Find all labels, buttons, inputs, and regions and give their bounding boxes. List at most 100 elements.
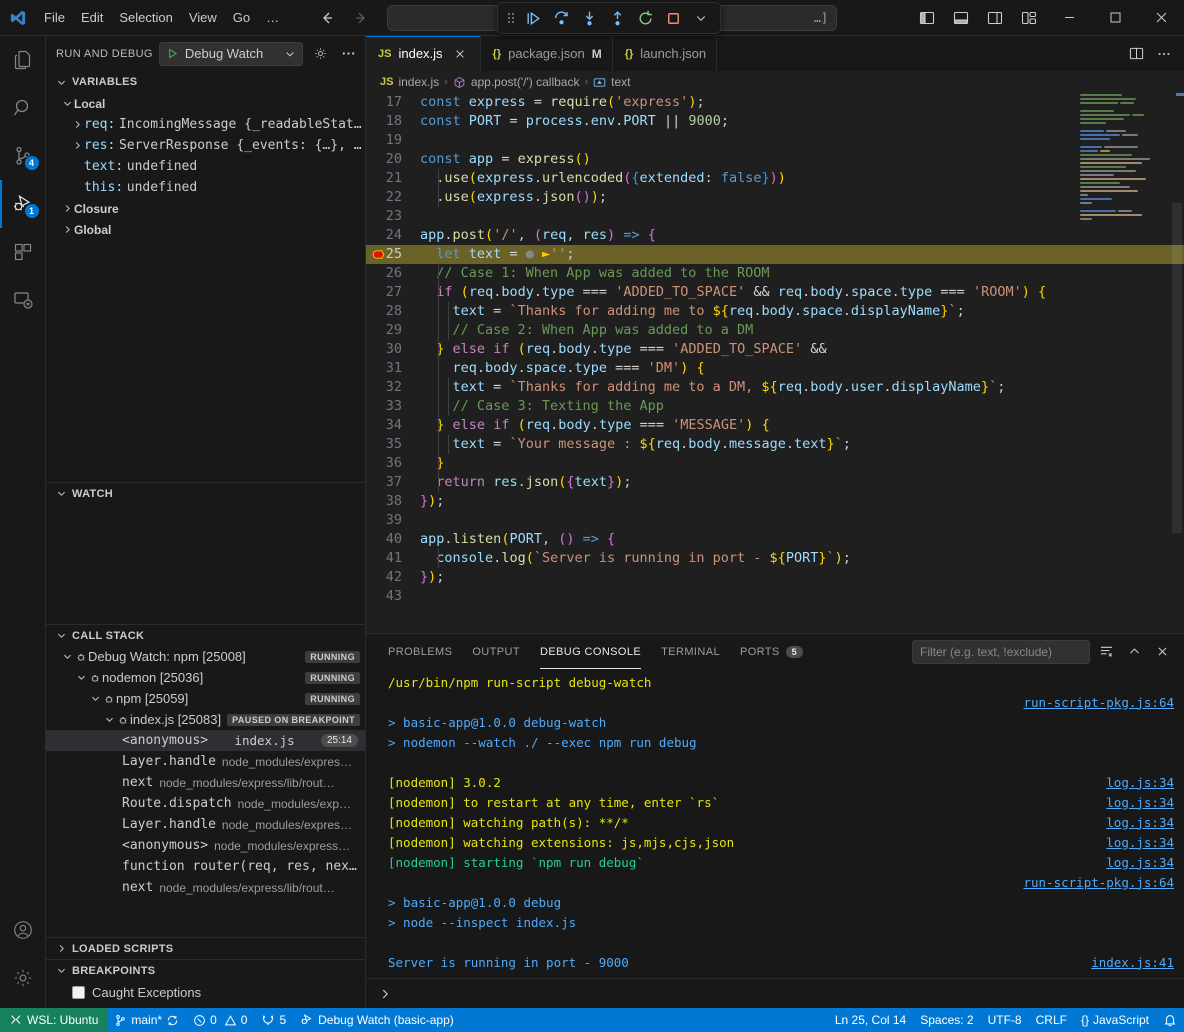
debug-more-actions-button[interactable]	[688, 5, 714, 31]
console-source-link[interactable]: run-script-pkg.js:64	[1023, 875, 1174, 890]
menu-more[interactable]: …	[258, 7, 287, 29]
sidebar-more-actions-icon[interactable]	[337, 43, 359, 65]
console-source-link[interactable]: run-script-pkg.js:64	[1023, 695, 1174, 710]
variable-req[interactable]: req: IncomingMessage {_readableState: …	[46, 114, 365, 135]
callstack-session[interactable]: nodemon [25036] RUNNING	[46, 667, 366, 688]
console-source-link[interactable]: log.js:34	[1106, 795, 1174, 810]
console-source-link[interactable]: log.js:34	[1106, 835, 1174, 850]
checkbox[interactable]	[72, 986, 85, 999]
breadcrumb-symbol-function[interactable]: app.post('/') callback	[453, 75, 580, 89]
variable-res[interactable]: res: ServerResponse {_events: {…}, _ev…	[46, 135, 365, 156]
forward-arrow-icon[interactable]	[351, 8, 371, 28]
status-git-branch[interactable]: main*	[107, 1008, 186, 1032]
console-filter-input[interactable]: Filter (e.g. text, !exclude)	[912, 640, 1090, 664]
activity-accounts[interactable]	[0, 906, 46, 954]
section-callstack-header[interactable]: CALL STACK	[46, 624, 366, 646]
tab-launch-json[interactable]: {} launch.json	[613, 36, 717, 71]
activity-run-and-debug[interactable]: 1	[0, 180, 46, 228]
variable-this[interactable]: this: undefined	[46, 177, 365, 198]
close-icon[interactable]	[1150, 640, 1174, 664]
console-source-link[interactable]: log.js:34	[1106, 775, 1174, 790]
minimap[interactable]	[1076, 93, 1170, 669]
menu-selection[interactable]: Selection	[111, 7, 180, 29]
launch-configuration-select[interactable]: Debug Watch	[159, 42, 303, 66]
toggle-panel-icon[interactable]	[944, 0, 978, 36]
status-encoding[interactable]: UTF-8	[981, 1008, 1029, 1032]
drag-handle-icon[interactable]	[504, 5, 518, 31]
scrollbar-thumb[interactable]	[1172, 203, 1182, 533]
breakpoint-marker-icon[interactable]	[372, 248, 385, 261]
menu-go[interactable]: Go	[225, 7, 258, 29]
status-indentation[interactable]: Spaces: 2	[913, 1008, 980, 1032]
section-loaded-scripts-header[interactable]: LOADED SCRIPTS	[46, 937, 366, 959]
status-notifications[interactable]	[1156, 1008, 1184, 1032]
console-source-link[interactable]: index.js:41	[1091, 955, 1174, 970]
tab-package-json[interactable]: {} package.json M	[481, 36, 613, 71]
status-problems[interactable]: 0 0	[186, 1008, 254, 1032]
callstack-session[interactable]: index.js [25083] PAUSED ON BREAKPOINT	[46, 709, 366, 730]
activity-extensions[interactable]	[0, 228, 46, 276]
status-ports[interactable]: 5	[254, 1008, 293, 1032]
callstack-frame[interactable]: Route.dispatch node_modules/exp…	[46, 793, 366, 814]
status-language-mode[interactable]: {} JavaScript	[1074, 1008, 1156, 1032]
status-remote-indicator[interactable]: WSL: Ubuntu	[0, 1008, 107, 1032]
section-watch-header[interactable]: WATCH	[46, 482, 366, 504]
code-line-breakpoint[interactable]: 25 let text = ● ►'';	[366, 245, 1184, 264]
debug-settings-gear-icon[interactable]	[309, 43, 331, 65]
breadcrumb-file[interactable]: JS index.js	[380, 75, 439, 89]
toggle-secondary-sidebar-icon[interactable]	[978, 0, 1012, 36]
toggle-primary-sidebar-icon[interactable]	[910, 0, 944, 36]
step-into-button[interactable]	[576, 5, 602, 31]
panel-tab-debug-console[interactable]: DEBUG CONSOLE	[530, 634, 651, 669]
callstack-frame[interactable]: next node_modules/express/lib/rout…	[46, 772, 366, 793]
window-close-button[interactable]	[1138, 0, 1184, 36]
editor-more-actions-icon[interactable]	[1152, 42, 1176, 66]
panel-tab-problems[interactable]: PROBLEMS	[378, 634, 462, 669]
back-arrow-icon[interactable]	[317, 8, 337, 28]
callstack-frame[interactable]: Layer.handle node_modules/expres…	[46, 814, 366, 835]
customize-layout-icon[interactable]	[1012, 0, 1046, 36]
callstack-frame[interactable]: <anonymous> node_modules/express…	[46, 835, 366, 856]
window-minimize-button[interactable]	[1046, 0, 1092, 36]
console-source-link[interactable]: log.js:34	[1106, 855, 1174, 870]
activity-source-control[interactable]: 4	[0, 132, 46, 180]
activity-explorer[interactable]	[0, 36, 46, 84]
panel-tab-terminal[interactable]: TERMINAL	[651, 634, 730, 669]
debug-console-input[interactable]	[366, 978, 1184, 1008]
restart-button[interactable]	[632, 5, 658, 31]
sync-icon[interactable]	[166, 1014, 179, 1027]
activity-remote-explorer[interactable]	[0, 276, 46, 324]
callstack-session[interactable]: Debug Watch: npm [25008] RUNNING	[46, 646, 366, 667]
step-over-button[interactable]	[548, 5, 574, 31]
variables-scope-global[interactable]: Global	[46, 219, 365, 240]
callstack-frame[interactable]: <anonymous> index.js 25:14	[46, 730, 366, 751]
variables-scope-closure[interactable]: Closure	[46, 198, 365, 219]
status-debug-session[interactable]: Debug Watch (basic-app)	[293, 1008, 461, 1032]
chevron-right-icon[interactable]	[70, 114, 84, 135]
activity-search[interactable]	[0, 84, 46, 132]
panel-tab-ports[interactable]: PORTS 5	[730, 634, 813, 669]
step-out-button[interactable]	[604, 5, 630, 31]
tab-index-js[interactable]: JS index.js	[366, 36, 481, 71]
split-editor-icon[interactable]	[1124, 42, 1148, 66]
callstack-frame[interactable]: Layer.handle node_modules/expres…	[46, 751, 366, 772]
clear-console-icon[interactable]	[1094, 640, 1118, 664]
status-cursor-position[interactable]: Ln 25, Col 14	[828, 1008, 913, 1032]
close-icon[interactable]	[450, 44, 470, 64]
breakpoint-caught-exceptions[interactable]: Caught Exceptions	[46, 981, 366, 1003]
menu-file[interactable]: File	[36, 7, 73, 29]
chevron-right-icon[interactable]	[70, 135, 84, 156]
panel-tab-output[interactable]: OUTPUT	[462, 634, 530, 669]
debug-console-output[interactable]: /usr/bin/npm run-script debug-watch run-…	[366, 669, 1184, 974]
section-breakpoints-header[interactable]: BREAKPOINTS	[46, 959, 366, 981]
menu-view[interactable]: View	[181, 7, 225, 29]
status-eol[interactable]: CRLF	[1029, 1008, 1074, 1032]
breadcrumb-symbol-variable[interactable]: text	[593, 75, 630, 89]
callstack-session[interactable]: npm [25059] RUNNING	[46, 688, 366, 709]
console-source-link[interactable]: log.js:34	[1106, 815, 1174, 830]
window-maximize-button[interactable]	[1092, 0, 1138, 36]
variables-scope-local[interactable]: Local	[46, 93, 365, 114]
variable-text[interactable]: text: undefined	[46, 156, 365, 177]
stop-button[interactable]	[660, 5, 686, 31]
continue-button[interactable]	[520, 5, 546, 31]
